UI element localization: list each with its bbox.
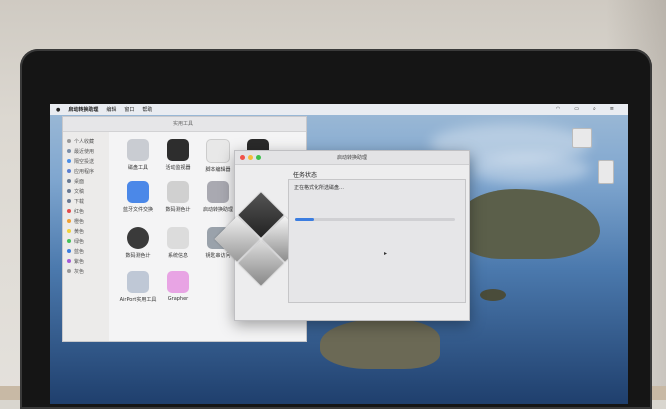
app-icon-image <box>167 271 189 293</box>
control-center-icon[interactable]: ≡ <box>610 106 614 112</box>
laptop-screen: ● 启动转换助理 编辑 窗口 帮助 ◠ ▭ ⌕ ≡ 实用工具 个人收藏 最近使用… <box>50 104 628 404</box>
sidebar-item-label: 应用程序 <box>74 168 95 175</box>
app-icon-image <box>167 139 189 161</box>
finder-titlebar[interactable]: 实用工具 <box>63 117 306 132</box>
sidebar-item[interactable]: 灰色 <box>63 266 109 276</box>
sidebar-item-icon <box>67 229 71 233</box>
sidebar-item-label: 灰色 <box>74 268 85 275</box>
sidebar-item-icon <box>67 259 71 263</box>
app-label: 蓝牙文件交换 <box>122 207 153 213</box>
sidebar-item-icon <box>67 239 71 243</box>
sidebar-item-label: 下载 <box>74 198 85 205</box>
menu-item-edit[interactable]: 编辑 <box>106 106 116 113</box>
app-icon-image <box>167 181 189 203</box>
sidebar-item[interactable]: 最近使用 <box>63 146 109 156</box>
sidebar-item[interactable]: 黄色 <box>63 226 109 236</box>
wallpaper-rock <box>480 289 506 301</box>
app-label: 磁盘工具 <box>127 165 148 171</box>
progress-fill <box>295 218 315 221</box>
sidebar-item-label: 黄色 <box>74 228 85 235</box>
sidebar-item-label: 桌面 <box>74 178 85 185</box>
sidebar-item[interactable]: 隔空投送 <box>63 156 109 166</box>
app-icon-image <box>207 181 229 203</box>
app-icon-image <box>206 139 230 163</box>
menu-item-window[interactable]: 窗口 <box>124 106 134 113</box>
sidebar-item-label: 个人收藏 <box>74 138 95 145</box>
sidebar-item-icon <box>67 149 71 153</box>
sidebar-item-icon <box>67 209 71 213</box>
status-panel: 正在格式化所选磁盘… ▸ <box>288 179 466 303</box>
menu-extras: ◠ ▭ ⌕ ≡ <box>556 106 622 112</box>
sidebar-item[interactable]: 下载 <box>63 196 109 206</box>
sidebar-item-icon <box>67 139 71 143</box>
search-icon[interactable]: ⌕ <box>593 106 596 112</box>
sidebar-item-icon <box>67 189 71 193</box>
status-text: 正在格式化所选磁盘… <box>294 185 345 191</box>
app-label: 活动监视器 <box>165 165 191 171</box>
sidebar-item-label: 蓝色 <box>74 248 85 255</box>
progress-bar <box>295 218 455 221</box>
sidebar-item-label: 最近使用 <box>74 148 95 155</box>
sidebar-item-label: 文稿 <box>74 188 85 195</box>
menu-bar: ● 启动转换助理 编辑 窗口 帮助 ◠ ▭ ⌕ ≡ <box>50 104 628 115</box>
sidebar-item-label: 紫色 <box>74 258 85 265</box>
sidebar-item-icon <box>67 159 71 163</box>
battery-icon[interactable]: ▭ <box>574 106 579 112</box>
desktop-disk-icon[interactable] <box>572 128 592 148</box>
app-label: AirPort实用工具 <box>119 297 157 303</box>
app-icon-image <box>127 139 149 161</box>
sidebar-item[interactable]: 个人收藏 <box>63 136 109 146</box>
app-icon-image <box>127 227 149 249</box>
menu-app-name[interactable]: 启动转换助理 <box>68 106 98 113</box>
desktop-drive-icon[interactable] <box>598 160 614 184</box>
wallpaper-cloud <box>470 154 590 184</box>
sidebar-item-label: 红色 <box>74 208 85 215</box>
sidebar-item-icon <box>67 249 71 253</box>
app-label: 脚本编辑器 <box>205 167 231 173</box>
dialog-titlebar[interactable]: 启动转换助理 <box>235 151 469 165</box>
mouse-cursor-icon: ▸ <box>384 250 388 257</box>
app-icon-image <box>127 271 149 293</box>
sidebar-item-icon <box>67 269 71 273</box>
sidebar-item[interactable]: 紫色 <box>63 256 109 266</box>
boot-camp-dialog: 启动转换助理 任务状态 正在格式化所选磁盘… ▸ <box>214 150 470 321</box>
sidebar-item-icon <box>67 199 71 203</box>
sidebar-item[interactable]: 绿色 <box>63 236 109 246</box>
app-label: 钥匙串访问 <box>205 253 231 259</box>
sidebar-item[interactable]: 应用程序 <box>63 166 109 176</box>
app-icon[interactable]: Grapher <box>153 271 203 302</box>
app-label: Grapher <box>167 296 189 302</box>
finder-sidebar: 个人收藏 最近使用 隔空投送 应用程序 桌面 文稿 下载 红色 橙色 黄色 绿色… <box>63 132 109 341</box>
dialog-title: 启动转换助理 <box>336 155 367 161</box>
app-icon-image <box>167 227 189 249</box>
sidebar-item[interactable]: 蓝色 <box>63 246 109 256</box>
sidebar-item-icon <box>67 179 71 183</box>
sidebar-item[interactable]: 红色 <box>63 206 109 216</box>
app-icon-image <box>127 181 149 203</box>
sidebar-item[interactable]: 文稿 <box>63 186 109 196</box>
sidebar-item-icon <box>67 169 71 173</box>
wallpaper-island <box>320 319 440 369</box>
app-label: 数码测色计 <box>165 207 191 213</box>
sidebar-item-label: 绿色 <box>74 238 85 245</box>
sidebar-item[interactable]: 橙色 <box>63 216 109 226</box>
apple-icon[interactable]: ● <box>56 107 60 113</box>
menu-item-help[interactable]: 帮助 <box>142 106 152 113</box>
sidebar-item[interactable]: 桌面 <box>63 176 109 186</box>
sidebar-item-label: 橙色 <box>74 218 85 225</box>
finder-title: 实用工具 <box>173 121 194 127</box>
wifi-icon[interactable]: ◠ <box>556 106 560 112</box>
sidebar-item-icon <box>67 219 71 223</box>
task-status-heading: 任务状态 <box>293 172 318 179</box>
app-label: 系统信息 <box>167 253 188 259</box>
sidebar-item-label: 隔空投送 <box>74 158 95 165</box>
app-label: 启动转换助理 <box>202 207 233 213</box>
app-label: 数码测色计 <box>125 253 151 259</box>
